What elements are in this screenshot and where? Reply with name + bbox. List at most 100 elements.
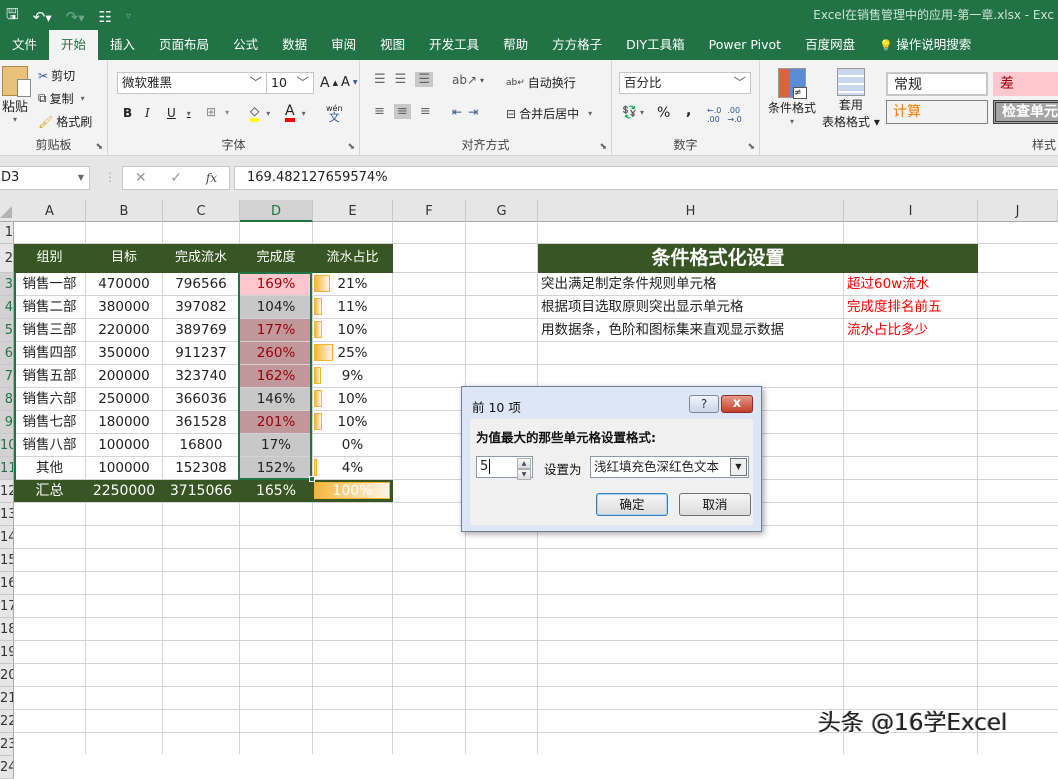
cell-share[interactable]: 10% — [313, 319, 392, 341]
settings-note[interactable]: 超过60w流水 — [844, 273, 977, 295]
align-left-icon[interactable]: ≡ — [374, 104, 385, 119]
column-header-b[interactable]: B — [86, 200, 163, 222]
total-share[interactable]: 100% — [313, 480, 392, 502]
cell-target[interactable]: 220000 — [86, 319, 162, 341]
tab-11[interactable]: DIY工具箱 — [614, 30, 696, 60]
comma-button[interactable]: , — [686, 103, 691, 119]
tab-2[interactable]: 插入 — [98, 30, 147, 60]
tab-0[interactable]: 文件 — [0, 30, 49, 60]
cancel-icon[interactable]: ✕ — [135, 170, 147, 186]
help-button[interactable]: ? — [689, 395, 719, 413]
phonetic-button[interactable]: wén 文 — [326, 104, 343, 123]
total-actual[interactable]: 3715066 — [163, 480, 239, 502]
font-size-combo[interactable]: 10 ﹀ — [266, 72, 314, 94]
column-title[interactable]: 组别 — [14, 244, 85, 272]
font-name-combo[interactable]: 微软雅黑 ﹀ — [117, 72, 267, 94]
row-header-14[interactable]: 14 — [0, 526, 14, 549]
tab-12[interactable]: Power Pivot — [697, 30, 793, 60]
column-title[interactable]: 完成度 — [240, 244, 312, 272]
cell-actual[interactable]: 397082 — [163, 296, 239, 318]
style-check-cell[interactable]: 检查单元 — [993, 100, 1058, 124]
row-header-7[interactable]: 7 — [0, 365, 14, 388]
cell-target[interactable]: 380000 — [86, 296, 162, 318]
style-calculation[interactable]: 计算 — [886, 100, 988, 124]
tab-4[interactable]: 公式 — [221, 30, 270, 60]
tab-1[interactable]: 开始 — [49, 30, 99, 60]
column-header-i[interactable]: I — [844, 200, 978, 222]
row-header-17[interactable]: 17 — [0, 595, 14, 618]
dialog-launcher-icon[interactable]: ⬊ — [599, 142, 607, 152]
row-header-18[interactable]: 18 — [0, 618, 14, 641]
column-header-a[interactable]: A — [14, 200, 86, 222]
settings-title[interactable]: 条件格式化设置 — [538, 244, 898, 272]
spin-up-icon[interactable]: ▲ — [517, 458, 531, 469]
cell-group[interactable]: 销售四部 — [14, 342, 85, 364]
dialog-launcher-icon[interactable]: ⬊ — [747, 142, 755, 152]
tab-13[interactable]: 百度网盘 — [793, 30, 867, 60]
orientation-button[interactable]: ab↗ ▾ — [452, 73, 484, 87]
row-header-8[interactable]: 8 — [0, 388, 14, 411]
row-header-11[interactable]: 11 — [0, 457, 14, 480]
selection-range[interactable] — [238, 272, 312, 480]
formula-bar-grip[interactable]: ⋮ — [104, 170, 116, 184]
style-normal[interactable]: 常规 — [886, 72, 988, 96]
fill-handle[interactable] — [309, 476, 315, 482]
fill-color-button[interactable]: ◇ ▾ — [250, 104, 270, 122]
settings-description[interactable]: 突出满足制定条件规则单元格 — [538, 273, 843, 295]
cell-target[interactable]: 180000 — [86, 411, 162, 433]
select-all-button[interactable] — [0, 206, 12, 218]
cell-actual[interactable]: 796566 — [163, 273, 239, 295]
count-spinner[interactable]: ▲ ▼ — [517, 458, 531, 480]
align-middle-icon[interactable]: ☰ — [395, 72, 407, 87]
total-rate[interactable]: 165% — [240, 480, 312, 502]
cell-actual[interactable]: 323740 — [163, 365, 239, 387]
row-header-21[interactable]: 21 — [0, 687, 14, 710]
cell-target[interactable]: 470000 — [86, 273, 162, 295]
save-icon[interactable]: 🖫 — [6, 4, 19, 29]
close-button[interactable]: x — [721, 395, 753, 413]
column-title[interactable]: 完成流水 — [163, 244, 239, 272]
row-header-12[interactable]: 12 — [0, 480, 14, 503]
align-right-icon[interactable]: ≡ — [420, 104, 431, 119]
tab-14[interactable]: 💡 操作说明搜索 — [867, 30, 983, 60]
column-header-f[interactable]: F — [393, 200, 466, 222]
row-header-3[interactable]: 3 — [0, 273, 14, 296]
bold-button[interactable]: B — [123, 106, 132, 120]
row-header-6[interactable]: 6 — [0, 342, 14, 365]
grow-font-button[interactable]: A ▲ — [320, 75, 338, 91]
total-group[interactable]: 汇总 — [14, 480, 85, 502]
cell-actual[interactable]: 911237 — [163, 342, 239, 364]
decrease-decimal-icon[interactable]: .00 →.0 — [727, 106, 741, 124]
cell-target[interactable]: 200000 — [86, 365, 162, 387]
row-header-15[interactable]: 15 — [0, 549, 14, 572]
copy-button[interactable]: ⧉ 复制 ▾ — [38, 90, 85, 107]
settings-note[interactable]: 流水占比多少 — [844, 319, 977, 341]
cell-share[interactable]: 0% — [313, 434, 392, 456]
column-title[interactable]: 流水占比 — [313, 244, 392, 272]
cell-share[interactable]: 10% — [313, 388, 392, 410]
cell-group[interactable]: 销售七部 — [14, 411, 85, 433]
tab-10[interactable]: 方方格子 — [540, 30, 614, 60]
row-header-2[interactable]: 2 — [0, 244, 14, 273]
tab-6[interactable]: 审阅 — [319, 30, 368, 60]
row-header-20[interactable]: 20 — [0, 664, 14, 687]
row-header-13[interactable]: 13 — [0, 503, 14, 526]
formula-input[interactable]: 169.482127659574% — [234, 166, 1058, 190]
row-header-1[interactable]: 1 — [0, 222, 14, 244]
merge-center-button[interactable]: ⊟ 合并后居中 ▾ — [506, 105, 592, 122]
tab-7[interactable]: 视图 — [368, 30, 417, 60]
tab-5[interactable]: 数据 — [270, 30, 319, 60]
chevron-down-icon[interactable]: ▼ — [730, 458, 747, 476]
count-input[interactable]: 5 ▲ ▼ — [476, 456, 533, 480]
wrap-text-button[interactable]: ab↵ 自动换行 — [506, 74, 576, 91]
decrease-indent-icon[interactable]: ⇤ — [452, 105, 462, 119]
column-title[interactable]: 目标 — [86, 244, 162, 272]
settings-note[interactable]: 完成度排名前五 — [844, 296, 977, 318]
tab-3[interactable]: 页面布局 — [147, 30, 221, 60]
total-target[interactable]: 2250000 — [86, 480, 162, 502]
column-header-g[interactable]: G — [466, 200, 538, 222]
row-header-23[interactable]: 23 — [0, 733, 14, 756]
format-as-table-button[interactable]: 套用 表格格式 ▾ — [822, 68, 880, 130]
increase-decimal-icon[interactable]: ←.0.00 — [707, 106, 721, 124]
cell-target[interactable]: 250000 — [86, 388, 162, 410]
